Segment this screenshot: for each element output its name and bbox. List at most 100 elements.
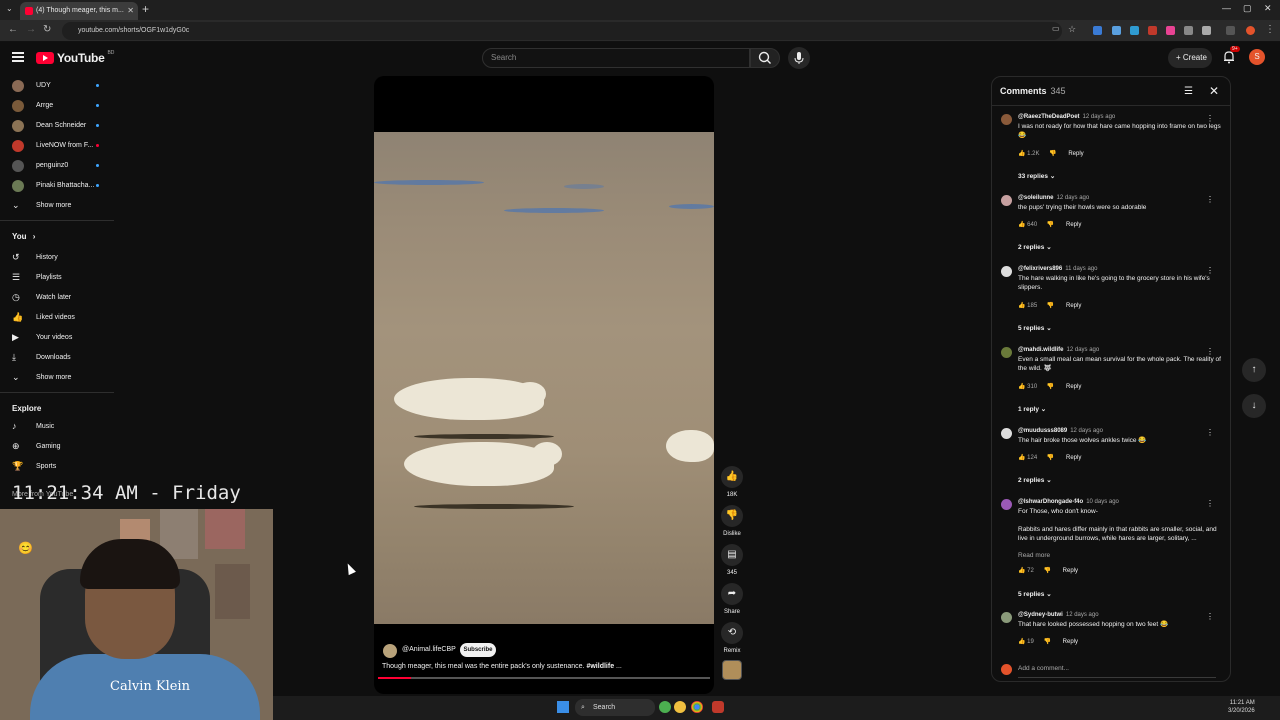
sidebar-item-playlists[interactable]: ☰ Playlists [12,270,112,286]
search-button[interactable] [750,48,780,68]
view-replies-button[interactable]: 5 replies ⌄ [1018,590,1052,598]
extension-icon[interactable] [1166,26,1175,35]
sidebar-item-your-videos[interactable]: ▶ Your videos [12,330,112,346]
comment-author[interactable]: @Sydney-butwi 12 days ago [1018,612,1099,618]
reply-button[interactable]: Reply [1068,151,1083,157]
thumbs-up-icon[interactable]: 👍 [1018,568,1025,574]
sidebar-subscription[interactable]: penguinz0 [12,158,104,174]
reply-button[interactable]: Reply [1066,222,1081,228]
notifications-button[interactable]: 9+ [1222,46,1240,69]
sidebar-subscription[interactable]: UDY [12,78,104,94]
sidebar-item-liked-videos[interactable]: 👍 Liked videos [12,310,112,326]
sound-thumbnail[interactable] [722,660,742,680]
thumbs-up-icon[interactable]: 👍 [1018,151,1025,157]
share-button[interactable]: ➦ Share [721,583,743,615]
dislike-button[interactable]: 👎 Dislike [721,505,743,537]
comment-author[interactable]: @mahdi.wildlife 12 days ago [1018,347,1099,353]
sidebar-item-downloads[interactable]: ⤓ Downloads [12,350,112,366]
comment-author[interactable]: @muudusss8089 12 days ago [1018,428,1103,434]
sidebar-subscription[interactable]: Arrge [12,98,104,114]
thumbs-down-icon[interactable]: 👎 [1044,568,1051,574]
cast-icon[interactable]: ▭ [1052,24,1060,33]
commenter-avatar[interactable] [1001,347,1012,358]
next-short-button[interactable]: ↓ [1242,394,1266,418]
sidebar-subscription[interactable]: Dean Schneider [12,118,104,134]
add-comment-bar[interactable]: Add a comment... [992,659,1230,681]
thumbs-down-icon[interactable]: 👎 [1047,222,1054,228]
show-more-you[interactable]: ⌄ Show more [12,370,112,386]
sidebar-item-music[interactable]: ♪ Music [12,419,112,435]
view-replies-button[interactable]: 2 replies ⌄ [1018,476,1052,484]
remix-button[interactable]: ⟲ Remix [721,622,743,654]
new-tab-icon[interactable]: + [142,2,149,16]
sidebar-item-gaming[interactable]: ⊕ Gaming [12,439,112,455]
sidebar-item-history[interactable]: ↺ History [12,250,112,266]
tab-list-icon[interactable]: ⌄ [6,4,13,13]
thumbs-up-icon[interactable]: 👍 [1018,639,1025,645]
commenter-avatar[interactable] [1001,266,1012,277]
show-more-subscriptions[interactable]: ⌄ Show more [12,198,112,214]
thumbs-up-icon[interactable]: 👍 [1018,222,1025,228]
shorts-video-player[interactable]: @Animal.lifeCBP Subscribe Though meager,… [374,76,714,694]
thumbs-down-icon[interactable]: 👎 [1044,639,1051,645]
view-replies-button[interactable]: 1 reply ⌄ [1018,405,1046,413]
forward-icon[interactable]: → [26,24,36,35]
comment-author[interactable]: @soleilunne 12 days ago [1018,195,1089,201]
thumbs-up-icon[interactable]: 👍 [1018,303,1025,309]
voice-search-button[interactable] [788,47,810,69]
extension-icon[interactable] [1130,26,1139,35]
chrome-icon[interactable] [691,701,703,713]
search-input[interactable]: Search [482,48,750,68]
thumbs-down-icon[interactable]: 👎 [1047,303,1054,309]
extension-icon[interactable] [1093,26,1102,35]
commenter-avatar[interactable] [1001,499,1012,510]
reply-button[interactable]: Reply [1066,455,1081,461]
view-replies-button[interactable]: 33 replies ⌄ [1018,172,1055,180]
like-button[interactable]: 👍 18K [721,466,743,498]
sidebar-item-sports[interactable]: 🏆 Sports [12,459,112,475]
create-button[interactable]: + Create [1168,48,1212,68]
channel-avatar[interactable] [383,644,397,658]
youtube-logo[interactable]: YouTube BD [36,50,114,65]
subscribe-button[interactable]: Subscribe [460,643,496,657]
extension-icon[interactable] [1184,26,1193,35]
system-clock[interactable]: 11:21 AM 3/20/2026 [1228,699,1255,715]
reply-button[interactable]: Reply [1063,639,1078,645]
taskbar-app-icon[interactable] [674,701,686,713]
commenter-avatar[interactable] [1001,428,1012,439]
sidebar-subscription[interactable]: Pinaki Bhattacha... [12,178,104,194]
read-more-link[interactable]: Read more [1018,552,1050,559]
comment-author[interactable]: @felixrivers896 11 days ago [1018,266,1097,272]
video-title[interactable]: Though meager, this meal was the entire … [382,663,622,670]
extensions-puzzle-icon[interactable] [1202,26,1211,35]
minimize-icon[interactable]: — [1222,3,1231,13]
commenter-avatar[interactable] [1001,195,1012,206]
sidebar-item-watch-later[interactable]: ◷ Watch later [12,290,112,306]
hashtag-link[interactable]: #wildlife [586,663,614,670]
add-comment-input[interactable]: Add a comment... [1018,665,1069,672]
sort-icon[interactable]: ☰ [1184,86,1193,97]
maximize-icon[interactable]: ▢ [1243,3,1252,14]
thumbs-down-icon[interactable]: 👎 [1049,151,1056,157]
tab-close-icon[interactable]: ✕ [127,2,134,20]
reply-button[interactable]: Reply [1066,303,1081,309]
taskbar-app-icon[interactable] [659,701,671,713]
browser-tab[interactable]: (4) Though meager, this m... ✕ [20,2,138,20]
profile-icon[interactable] [1246,26,1255,35]
video-progress-bar[interactable] [378,677,710,679]
window-close-icon[interactable]: ✕ [1264,3,1272,14]
view-replies-button[interactable]: 5 replies ⌄ [1018,324,1052,332]
commenter-avatar[interactable] [1001,612,1012,623]
back-icon[interactable]: ← [8,24,18,35]
account-avatar[interactable]: S [1249,49,1265,65]
bookmark-star-icon[interactable]: ☆ [1068,24,1076,35]
thumbs-up-icon[interactable]: 👍 [1018,455,1025,461]
comment-author[interactable]: @RaeezTheDeadPoet 12 days ago [1018,114,1115,120]
browser-menu-icon[interactable]: ⋮ [1265,24,1275,35]
taskbar-app-icon[interactable] [712,701,724,713]
channel-handle[interactable]: @Animal.lifeCBP [402,646,456,653]
windows-start-icon[interactable] [557,701,569,713]
view-replies-button[interactable]: 2 replies ⌄ [1018,243,1052,251]
thumbs-down-icon[interactable]: 👎 [1047,384,1054,390]
sidebar-panel-icon[interactable] [1226,26,1235,35]
